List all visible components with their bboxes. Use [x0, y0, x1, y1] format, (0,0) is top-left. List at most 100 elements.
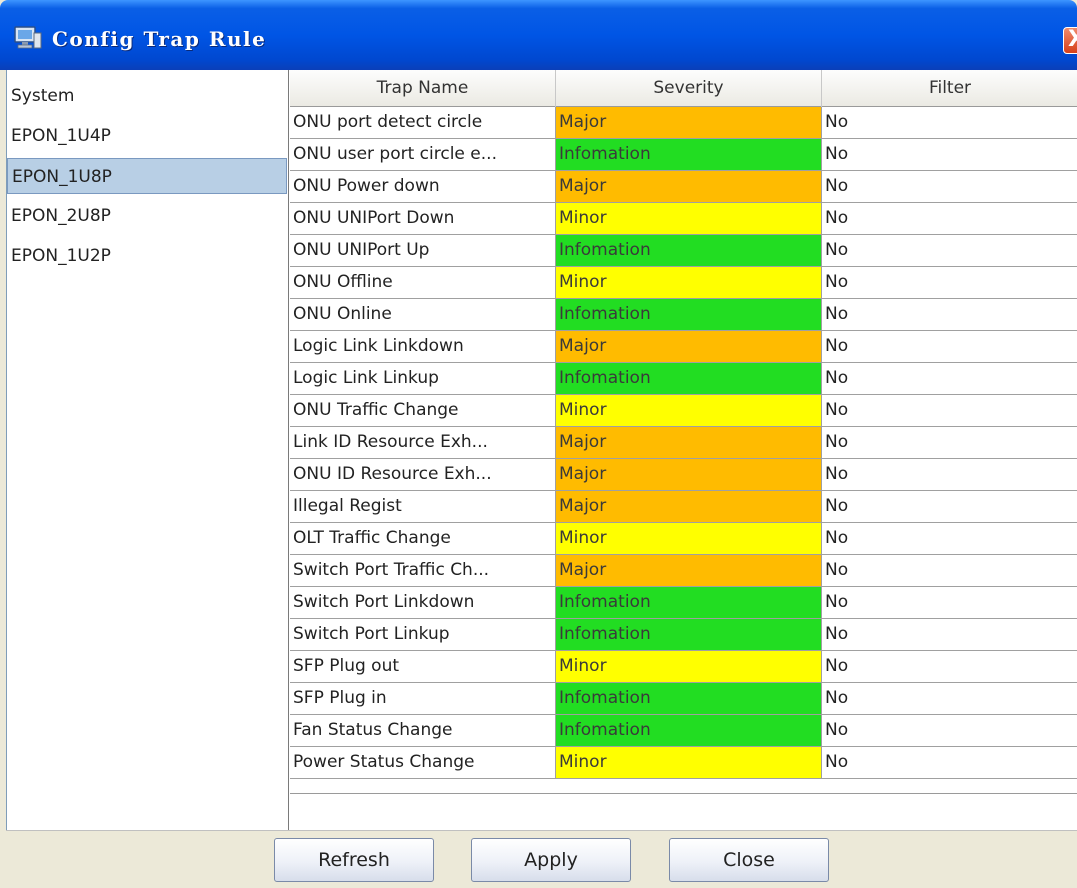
- filter-cell[interactable]: No: [822, 555, 1077, 587]
- column-header-filter[interactable]: Filter: [822, 70, 1077, 107]
- device-list-item[interactable]: EPON_1U8P: [7, 158, 287, 194]
- trap-name-cell[interactable]: SFP Plug in: [290, 683, 556, 715]
- severity-cell[interactable]: Infomation: [556, 299, 822, 331]
- trap-name-cell[interactable]: SFP Plug out: [290, 651, 556, 683]
- trap-name-cell[interactable]: OLT Traffic Change: [290, 523, 556, 555]
- filter-cell[interactable]: No: [822, 619, 1077, 651]
- trap-name-cell[interactable]: Switch Port Linkup: [290, 619, 556, 651]
- close-window-button[interactable]: X: [1063, 27, 1077, 54]
- trap-name-cell[interactable]: ONU Online: [290, 299, 556, 331]
- severity-cell[interactable]: Minor: [556, 651, 822, 683]
- device-list-item[interactable]: EPON_2U8P: [7, 198, 287, 234]
- severity-cell[interactable]: Infomation: [556, 715, 822, 747]
- trap-name-cell[interactable]: ONU port detect circle: [290, 107, 556, 139]
- table-row[interactable]: SFP Plug in Infomation No: [290, 683, 1077, 715]
- trap-name-cell[interactable]: ONU Offline: [290, 267, 556, 299]
- table-row[interactable]: Illegal Regist Major No: [290, 491, 1077, 523]
- severity-cell[interactable]: Minor: [556, 395, 822, 427]
- severity-cell[interactable]: Major: [556, 331, 822, 363]
- device-list-item[interactable]: EPON_1U4P: [7, 118, 287, 154]
- table-row[interactable]: Logic Link Linkup Infomation No: [290, 363, 1077, 395]
- severity-cell[interactable]: Minor: [556, 203, 822, 235]
- trap-name-cell[interactable]: ONU Traffic Change: [290, 395, 556, 427]
- severity-cell[interactable]: Minor: [556, 747, 822, 779]
- column-header-severity[interactable]: Severity: [556, 70, 822, 107]
- severity-cell[interactable]: Major: [556, 171, 822, 203]
- filter-cell[interactable]: No: [822, 459, 1077, 491]
- trap-name-cell[interactable]: ONU UNIPort Down: [290, 203, 556, 235]
- table-row[interactable]: Link ID Resource Exh... Major No: [290, 427, 1077, 459]
- table-row[interactable]: Switch Port Linkup Infomation No: [290, 619, 1077, 651]
- trap-name-cell[interactable]: Power Status Change: [290, 747, 556, 779]
- table-row[interactable]: ONU UNIPort Up Infomation No: [290, 235, 1077, 267]
- table-row[interactable]: ONU user port circle e... Infomation No: [290, 139, 1077, 171]
- button-bar: Refresh Apply Close: [6, 830, 1077, 888]
- filter-cell[interactable]: No: [822, 299, 1077, 331]
- severity-cell[interactable]: Major: [556, 555, 822, 587]
- filter-cell[interactable]: No: [822, 107, 1077, 139]
- table-row[interactable]: Switch Port Traffic Ch... Major No: [290, 555, 1077, 587]
- severity-cell[interactable]: Major: [556, 427, 822, 459]
- trap-name-cell[interactable]: Illegal Regist: [290, 491, 556, 523]
- column-header-trap-name[interactable]: Trap Name: [290, 70, 556, 107]
- table-row[interactable]: Fan Status Change Infomation No: [290, 715, 1077, 747]
- close-button[interactable]: Close: [669, 838, 829, 882]
- table-row[interactable]: ONU Online Infomation No: [290, 299, 1077, 331]
- table-row[interactable]: ONU port detect circle Major No: [290, 107, 1077, 139]
- table-row[interactable]: ONU UNIPort Down Minor No: [290, 203, 1077, 235]
- refresh-button[interactable]: Refresh: [274, 838, 434, 882]
- trap-name-cell[interactable]: Link ID Resource Exh...: [290, 427, 556, 459]
- filter-cell[interactable]: No: [822, 267, 1077, 299]
- trap-name-cell[interactable]: Switch Port Linkdown: [290, 587, 556, 619]
- trap-name-cell[interactable]: Logic Link Linkdown: [290, 331, 556, 363]
- device-list-item[interactable]: System: [7, 78, 287, 114]
- table-row[interactable]: OLT Traffic Change Minor No: [290, 523, 1077, 555]
- filter-cell[interactable]: No: [822, 747, 1077, 779]
- filter-cell[interactable]: No: [822, 139, 1077, 171]
- filter-cell[interactable]: No: [822, 331, 1077, 363]
- title-bar[interactable]: Config Trap Rule X: [0, 0, 1077, 70]
- filter-cell[interactable]: No: [822, 651, 1077, 683]
- severity-cell[interactable]: Major: [556, 491, 822, 523]
- severity-cell[interactable]: Major: [556, 459, 822, 491]
- table-row[interactable]: Power Status Change Minor No: [290, 747, 1077, 779]
- trap-name-cell[interactable]: ONU UNIPort Up: [290, 235, 556, 267]
- filter-cell[interactable]: No: [822, 363, 1077, 395]
- trap-name-cell[interactable]: ONU ID Resource Exh...: [290, 459, 556, 491]
- trap-name-cell[interactable]: Fan Status Change: [290, 715, 556, 747]
- filter-cell[interactable]: No: [822, 491, 1077, 523]
- filter-cell[interactable]: No: [822, 203, 1077, 235]
- trap-name-cell[interactable]: Switch Port Traffic Ch...: [290, 555, 556, 587]
- trap-name-cell[interactable]: ONU user port circle e...: [290, 139, 556, 171]
- severity-cell[interactable]: Infomation: [556, 683, 822, 715]
- severity-cell[interactable]: Minor: [556, 267, 822, 299]
- filter-cell[interactable]: No: [822, 171, 1077, 203]
- filter-cell[interactable]: No: [822, 395, 1077, 427]
- severity-cell[interactable]: Minor: [556, 523, 822, 555]
- filter-cell[interactable]: No: [822, 587, 1077, 619]
- table-row[interactable]: Logic Link Linkdown Major No: [290, 331, 1077, 363]
- severity-cell[interactable]: Infomation: [556, 235, 822, 267]
- trap-name-cell[interactable]: ONU Power down: [290, 171, 556, 203]
- content-area: System EPON_1U4P EPON_1U8P EPON_2U8P EPON_1U…: [6, 70, 1077, 830]
- severity-cell[interactable]: Major: [556, 107, 822, 139]
- severity-cell[interactable]: Infomation: [556, 587, 822, 619]
- filter-cell[interactable]: No: [822, 523, 1077, 555]
- severity-cell[interactable]: Infomation: [556, 619, 822, 651]
- severity-cell[interactable]: Infomation: [556, 139, 822, 171]
- table-row[interactable]: Switch Port Linkdown Infomation No: [290, 587, 1077, 619]
- table-row[interactable]: ONU Offline Minor No: [290, 267, 1077, 299]
- table-row[interactable]: ONU Power down Major No: [290, 171, 1077, 203]
- severity-cell[interactable]: Infomation: [556, 363, 822, 395]
- filter-cell[interactable]: No: [822, 235, 1077, 267]
- trap-name-cell[interactable]: Logic Link Linkup: [290, 363, 556, 395]
- filter-cell[interactable]: No: [822, 683, 1077, 715]
- filter-cell[interactable]: No: [822, 715, 1077, 747]
- apply-button[interactable]: Apply: [471, 838, 631, 882]
- filter-cell[interactable]: No: [822, 427, 1077, 459]
- table-row[interactable]: SFP Plug out Minor No: [290, 651, 1077, 683]
- table-row[interactable]: ONU Traffic Change Minor No: [290, 395, 1077, 427]
- device-list-item[interactable]: EPON_1U2P: [7, 238, 287, 274]
- device-type-list[interactable]: System EPON_1U4P EPON_1U8P EPON_2U8P EPON_1U…: [7, 70, 289, 830]
- table-row[interactable]: ONU ID Resource Exh... Major No: [290, 459, 1077, 491]
